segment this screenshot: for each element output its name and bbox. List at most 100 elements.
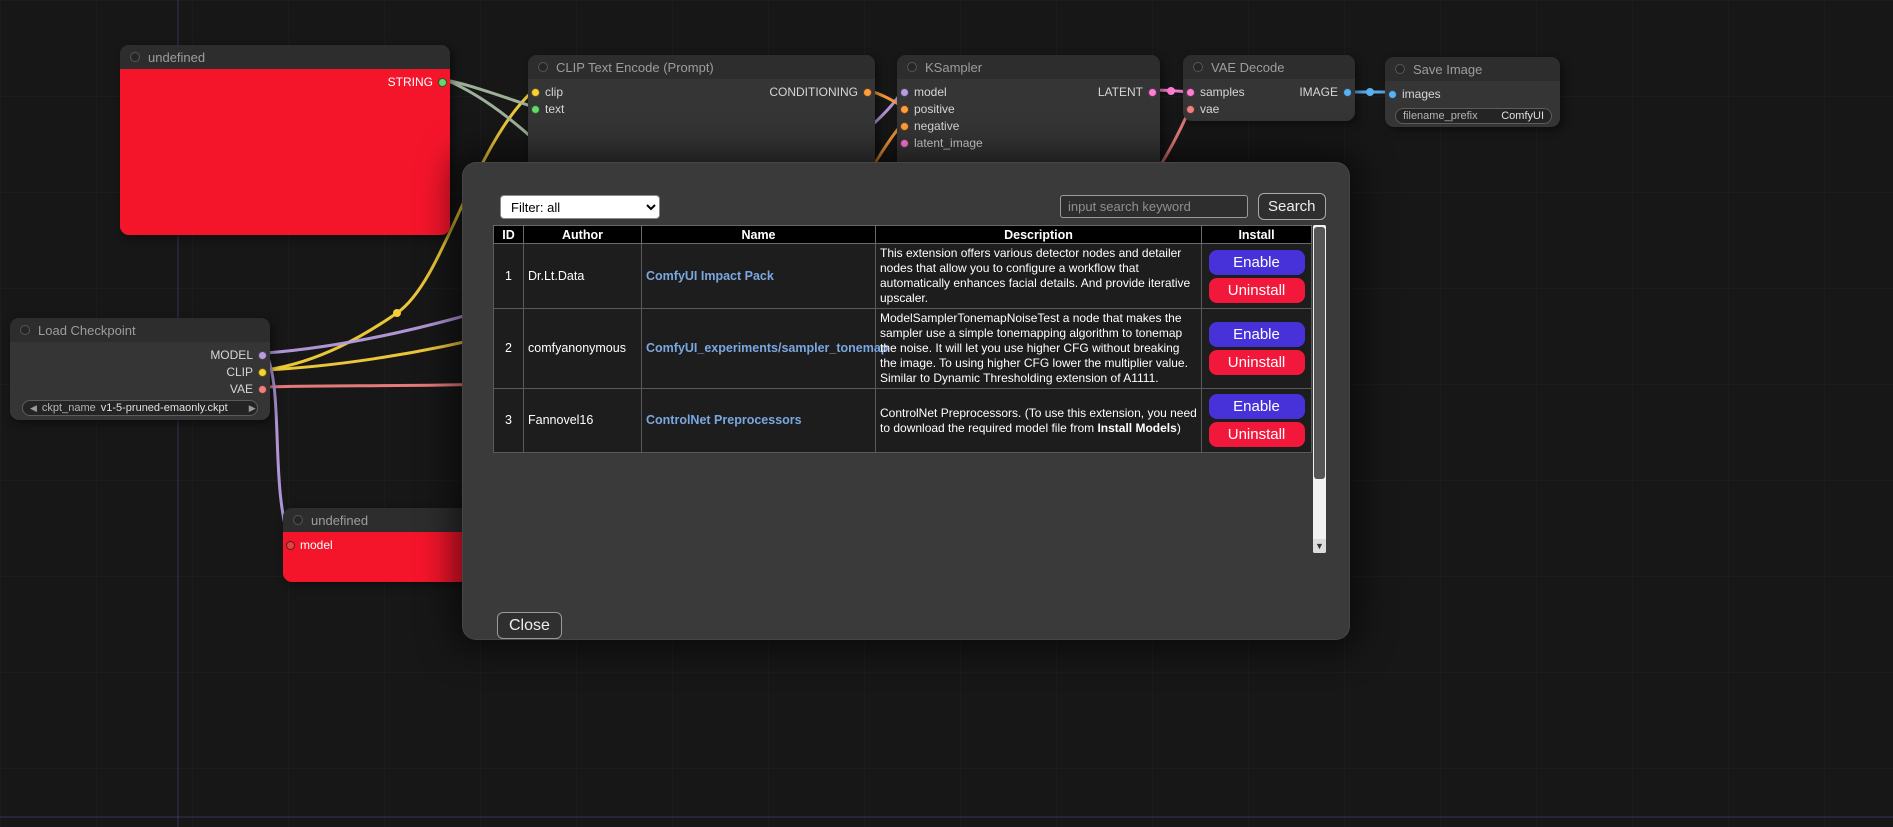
node-load-checkpoint[interactable]: Load Checkpoint MODEL CLIP VAE ◀ ckpt_na…	[10, 318, 270, 420]
node-title: VAE Decode	[1211, 60, 1284, 75]
node-undefined-string[interactable]: undefined STRING	[120, 45, 450, 235]
collapse-dot-icon[interactable]	[538, 62, 548, 72]
output-slot-vae[interactable]: VAE	[10, 381, 270, 398]
cell-description: ControlNet Preprocessors. (To use this e…	[876, 389, 1202, 453]
extension-link[interactable]: ComfyUI Impact Pack	[646, 269, 774, 283]
output-slot-string[interactable]: STRING	[120, 74, 450, 91]
output-dot-latent[interactable]	[1148, 88, 1157, 97]
node-save-image[interactable]: Save Image images filename_prefix ComfyU…	[1385, 57, 1560, 127]
uninstall-button[interactable]: Uninstall	[1209, 278, 1305, 303]
node-title-bar[interactable]: KSampler	[897, 55, 1160, 79]
col-header-install: Install	[1202, 226, 1312, 244]
input-dot-vae[interactable]	[1186, 105, 1195, 114]
node-title: KSampler	[925, 60, 982, 75]
cell-author: Fannovel16	[524, 389, 642, 453]
node-title-bar[interactable]: CLIP Text Encode (Prompt)	[528, 55, 875, 79]
input-slot-model[interactable]: model	[283, 537, 468, 554]
input-slot-text[interactable]: text	[528, 101, 719, 118]
input-slot-latent-image[interactable]: latent_image	[897, 135, 1042, 152]
output-dot-conditioning[interactable]	[863, 88, 872, 97]
output-slot-latent[interactable]: LATENT	[897, 84, 1160, 101]
manager-dialog: Filter: all Search ID Author Name Descri…	[462, 162, 1350, 640]
output-slot-conditioning[interactable]: CONDITIONING	[528, 84, 875, 101]
filename-prefix-widget[interactable]: filename_prefix ComfyUI	[1395, 108, 1552, 124]
wire-midpoint-dot	[393, 309, 401, 317]
col-header-name: Name	[642, 226, 876, 244]
node-title: undefined	[148, 50, 205, 65]
input-dot-positive[interactable]	[900, 105, 909, 114]
node-title-bar[interactable]: undefined	[120, 45, 450, 69]
collapse-dot-icon[interactable]	[1395, 64, 1405, 74]
node-title-bar[interactable]: undefined	[283, 508, 468, 532]
node-vae-decode[interactable]: VAE Decode samples vae IMAGE	[1183, 55, 1355, 121]
extensions-table: ID Author Name Description Install 1 Dr.…	[493, 225, 1312, 453]
cell-id: 3	[494, 389, 524, 453]
node-title-bar[interactable]: Save Image	[1385, 57, 1560, 81]
col-header-id: ID	[494, 226, 524, 244]
cell-author: Dr.Lt.Data	[524, 244, 642, 309]
table-row: 1 Dr.Lt.Data ComfyUI Impact Pack This ex…	[494, 244, 1312, 309]
search-input[interactable]	[1060, 195, 1248, 218]
table-scrollbar[interactable]: ▼	[1313, 225, 1326, 553]
cell-install: Enable Uninstall	[1202, 309, 1312, 389]
prev-arrow-icon[interactable]: ◀	[30, 400, 37, 416]
input-slot-positive[interactable]: positive	[897, 101, 1042, 118]
collapse-dot-icon[interactable]	[130, 52, 140, 62]
enable-button[interactable]: Enable	[1209, 322, 1305, 347]
node-title: Save Image	[1413, 62, 1482, 77]
output-dot-model[interactable]	[258, 351, 267, 360]
output-slot-clip[interactable]: CLIP	[10, 364, 270, 381]
cell-name: ControlNet Preprocessors	[642, 389, 876, 453]
output-dot-clip[interactable]	[258, 368, 267, 377]
extension-link[interactable]: ControlNet Preprocessors	[646, 413, 802, 427]
node-title: undefined	[311, 513, 368, 528]
output-dot-string[interactable]	[438, 78, 447, 87]
cell-install: Enable Uninstall	[1202, 244, 1312, 309]
table-header-row: ID Author Name Description Install	[494, 226, 1312, 244]
cell-description: ModelSamplerTonemapNoiseTest a node that…	[876, 309, 1202, 389]
search-button[interactable]: Search	[1258, 193, 1326, 220]
cell-description: This extension offers various detector n…	[876, 244, 1202, 309]
enable-button[interactable]: Enable	[1209, 250, 1305, 275]
scrollbar-thumb[interactable]	[1314, 227, 1325, 479]
input-slot-negative[interactable]: negative	[897, 118, 1042, 135]
extension-link[interactable]: ComfyUI_experiments/sampler_tonemap	[646, 341, 888, 355]
cell-id: 2	[494, 309, 524, 389]
uninstall-button[interactable]: Uninstall	[1209, 422, 1305, 447]
collapse-dot-icon[interactable]	[1193, 62, 1203, 72]
output-slot-model[interactable]: MODEL	[10, 347, 270, 364]
input-dot-text[interactable]	[531, 105, 540, 114]
wire-midpoint-dot	[1366, 88, 1374, 96]
node-title-bar[interactable]: Load Checkpoint	[10, 318, 270, 342]
node-title-bar[interactable]: VAE Decode	[1183, 55, 1355, 79]
wire-midpoint-dot	[1167, 87, 1175, 95]
output-dot-image[interactable]	[1343, 88, 1352, 97]
node-title: CLIP Text Encode (Prompt)	[556, 60, 714, 75]
col-header-description: Description	[876, 226, 1202, 244]
collapse-dot-icon[interactable]	[20, 325, 30, 335]
col-header-author: Author	[524, 226, 642, 244]
enable-button[interactable]: Enable	[1209, 394, 1305, 419]
input-dot-images[interactable]	[1388, 90, 1397, 99]
collapse-dot-icon[interactable]	[293, 515, 303, 525]
ckpt-name-widget[interactable]: ◀ ckpt_name v1-5-pruned-emaonly.ckpt ▶	[22, 400, 258, 416]
input-dot-model[interactable]	[286, 541, 295, 550]
node-title: Load Checkpoint	[38, 323, 136, 338]
output-dot-vae[interactable]	[258, 385, 267, 394]
node-undefined-model[interactable]: undefined model	[283, 508, 468, 582]
table-row: 3 Fannovel16 ControlNet Preprocessors Co…	[494, 389, 1312, 453]
table-row: 2 comfyanonymous ComfyUI_experiments/sam…	[494, 309, 1312, 389]
filter-select[interactable]: Filter: all	[500, 195, 660, 219]
input-dot-negative[interactable]	[900, 122, 909, 131]
cell-name: ComfyUI Impact Pack	[642, 244, 876, 309]
cell-install: Enable Uninstall	[1202, 389, 1312, 453]
input-slot-vae[interactable]: vae	[1183, 101, 1278, 118]
collapse-dot-icon[interactable]	[907, 62, 917, 72]
input-dot-latent-image[interactable]	[900, 139, 909, 148]
input-slot-images[interactable]: images	[1385, 86, 1560, 103]
scrollbar-down-arrow-icon[interactable]: ▼	[1313, 539, 1326, 553]
next-arrow-icon[interactable]: ▶	[249, 400, 256, 416]
close-button[interactable]: Close	[497, 612, 562, 639]
uninstall-button[interactable]: Uninstall	[1209, 350, 1305, 375]
output-slot-image[interactable]: IMAGE	[1183, 84, 1355, 101]
